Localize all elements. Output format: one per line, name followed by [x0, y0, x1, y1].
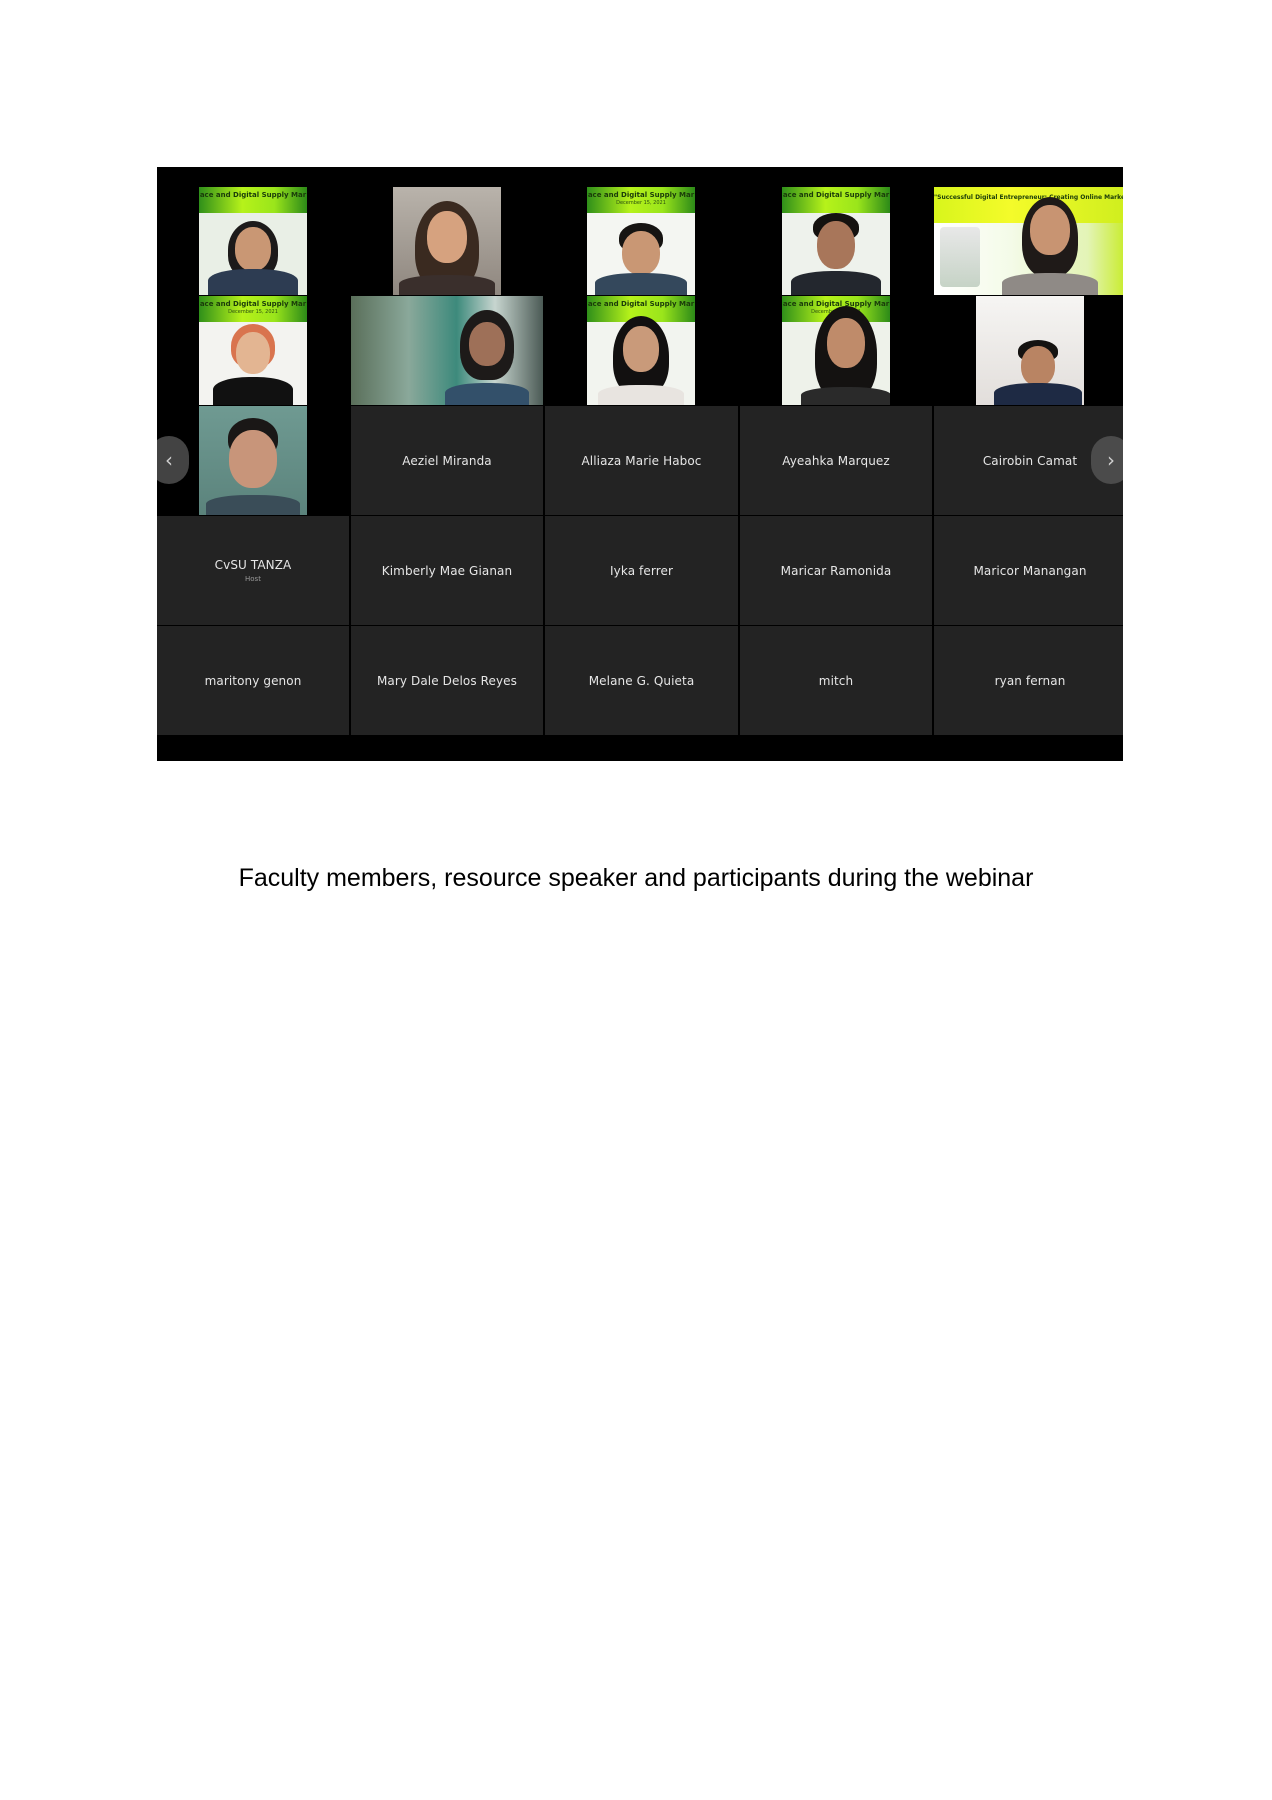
participant-tile[interactable]: mitch	[740, 626, 932, 735]
participant-tile[interactable]: maritony genon	[157, 626, 349, 735]
participant-tile[interactable]: ryan fernan	[934, 626, 1123, 735]
participant-name: Alliaza Marie Haboc	[581, 453, 702, 468]
participant-tile[interactable]: Maricor Manangan	[934, 516, 1123, 625]
video-tile[interactable]: ace and Digital Supply Mar	[157, 187, 349, 295]
figure-caption: Faculty members, resource speaker and pa…	[238, 864, 1034, 892]
video-tile[interactable]: ace and Digital Supply MarDecember 15, 2…	[545, 187, 738, 295]
participant-name: Ayeahka Marquez	[782, 453, 890, 468]
participant-tile[interactable]: Kimberly Mae Gianan	[351, 516, 543, 625]
participant-video	[199, 406, 307, 515]
video-tile[interactable]: ace and Digital Supply MarDecember 15, 2…	[740, 296, 932, 405]
chevron-left-icon: ‹	[165, 448, 173, 472]
participant-video: ace and Digital Supply MarDecember 15, 2…	[782, 296, 890, 405]
participant-video: ace and Digital Supply MarDecember 15, 2…	[199, 296, 307, 405]
video-tile[interactable]: ace and Digital Supply MarDecember 15, 2…	[157, 296, 349, 405]
participant-video: ace and Digital Supply MarDecember 15, 2…	[587, 187, 695, 295]
participant-gallery: ace and Digital Supply Mar ace and Digit…	[157, 187, 1123, 738]
participant-tile[interactable]: Maricar Ramonida	[740, 516, 932, 625]
participant-video: ace and Digital Supply Mar	[782, 187, 890, 295]
participant-video	[351, 296, 543, 405]
participant-name: Iyka ferrer	[610, 563, 673, 578]
video-tile[interactable]	[351, 187, 543, 295]
participant-name: maritony genon	[204, 673, 302, 688]
participant-video: ace and Digital Supply Mar	[199, 187, 307, 295]
participant-tile[interactable]: Ayeahka Marquez	[740, 406, 932, 515]
video-tile[interactable]: "Successful Digital Entrepreneur: Creati…	[934, 187, 1123, 295]
participant-tile[interactable]: Mary Dale Delos Reyes	[351, 626, 543, 735]
video-tile[interactable]: ace and Digital Supply Mar	[545, 296, 738, 405]
previous-page-button[interactable]: ‹	[157, 436, 189, 484]
next-page-button[interactable]: ›	[1091, 436, 1123, 484]
participant-name: ryan fernan	[994, 673, 1066, 688]
participant-video	[393, 187, 501, 295]
participant-tile[interactable]: Melane G. Quieta	[545, 626, 738, 735]
participant-name: Melane G. Quieta	[588, 673, 695, 688]
participant-tile[interactable]: Iyka ferrer	[545, 516, 738, 625]
participant-tile[interactable]: Alliaza Marie Haboc	[545, 406, 738, 515]
participant-name: Maricor Manangan	[973, 563, 1087, 578]
participant-name: Cairobin Camat	[982, 453, 1078, 468]
participant-name: Kimberly Mae Gianan	[381, 563, 513, 578]
video-tile[interactable]: ace and Digital Supply Mar	[740, 187, 932, 295]
participant-tile[interactable]: CvSU TANZA Host	[157, 516, 349, 625]
participant-tile[interactable]: Aeziel Miranda	[351, 406, 543, 515]
participant-video	[976, 296, 1084, 405]
participant-name: CvSU TANZA	[214, 558, 292, 572]
chevron-right-icon: ›	[1107, 448, 1115, 472]
participant-name: Maricar Ramonida	[780, 563, 892, 578]
participant-name: Aeziel Miranda	[402, 453, 492, 468]
video-tile[interactable]	[351, 296, 543, 405]
participant-video: ace and Digital Supply Mar	[587, 296, 695, 405]
video-tile[interactable]	[934, 296, 1123, 405]
webinar-screenshot: ace and Digital Supply Mar ace and Digit…	[157, 167, 1123, 761]
host-label: Host	[245, 575, 261, 583]
speaker-video: "Successful Digital Entrepreneur: Creati…	[934, 187, 1123, 295]
participant-name: Mary Dale Delos Reyes	[376, 673, 518, 688]
participant-name: mitch	[818, 673, 854, 688]
